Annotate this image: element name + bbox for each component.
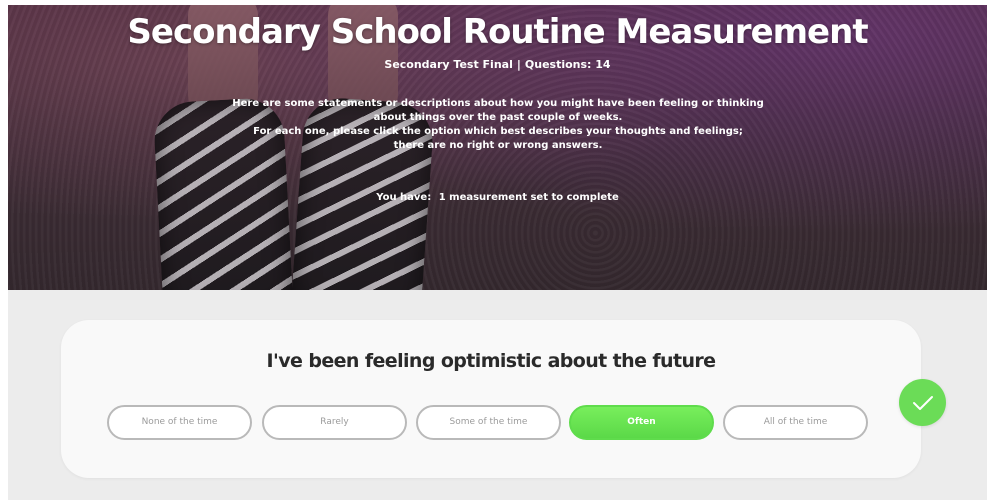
- submit-button[interactable]: [899, 379, 946, 426]
- instructions-line: about things over the past couple of wee…: [373, 112, 623, 123]
- instructions: Here are some statements or descriptions…: [188, 97, 808, 153]
- option-none-of-the-time[interactable]: None of the time: [107, 405, 252, 440]
- instructions-line: Here are some statements or descriptions…: [232, 98, 764, 109]
- instructions-line: For each one, please click the option wh…: [253, 126, 743, 137]
- hero-banner: Secondary School Routine Measurement Sec…: [8, 5, 987, 290]
- test-info-separator: |: [516, 58, 521, 71]
- test-name: Secondary Test Final: [384, 58, 513, 71]
- option-often[interactable]: Often: [569, 405, 714, 440]
- instructions-line: there are no right or wrong answers.: [393, 140, 603, 151]
- test-info: Secondary Test Final | Questions: 14: [8, 57, 987, 73]
- option-some-of-the-time[interactable]: Some of the time: [416, 405, 561, 440]
- page: Secondary School Routine Measurement Sec…: [0, 0, 989, 504]
- option-all-of-the-time[interactable]: All of the time: [723, 405, 868, 440]
- page-title: Secondary School Routine Measurement: [127, 12, 868, 52]
- hero-content: Secondary School Routine Measurement Sec…: [8, 5, 987, 290]
- question-text: I've been feeling optimistic about the f…: [266, 350, 717, 372]
- remaining-value: 1 measurement set to complete: [438, 192, 619, 203]
- checkmark-icon: [912, 395, 933, 410]
- question-card: I've been feeling optimistic about the f…: [61, 320, 921, 478]
- remaining-sets: You have: 1 measurement set to complete: [8, 191, 987, 205]
- questions-count: Questions: 14: [524, 58, 611, 71]
- question-section: I've been feeling optimistic about the f…: [8, 290, 987, 500]
- remaining-label: You have:: [376, 192, 432, 203]
- option-rarely[interactable]: Rarely: [262, 405, 407, 440]
